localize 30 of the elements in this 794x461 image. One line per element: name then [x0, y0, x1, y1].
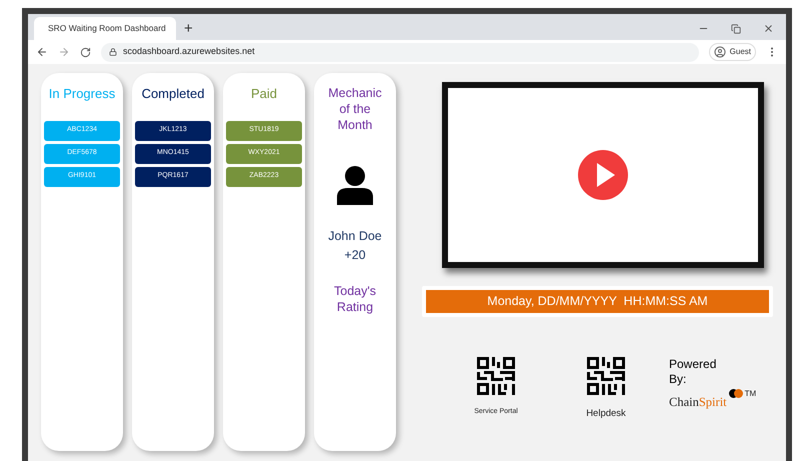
url-text: scodashboard.azurewebsites.net — [123, 45, 255, 58]
new-tab-button[interactable]: + — [176, 21, 201, 40]
brand-dots-icon — [728, 389, 743, 398]
back-icon[interactable] — [36, 46, 48, 58]
tab-title: SRO Waiting Room Dashboard — [48, 22, 166, 35]
close-icon[interactable] — [763, 23, 774, 34]
brand-logo: ChainSpirit — [669, 394, 727, 411]
column-title: Completed — [142, 85, 204, 103]
address-bar[interactable]: scodashboard.azurewebsites.net — [101, 42, 699, 62]
video-player[interactable] — [442, 82, 764, 268]
play-icon[interactable] — [578, 150, 628, 200]
restore-icon[interactable] — [731, 24, 741, 34]
trademark-text: TM — [744, 388, 756, 400]
column-title: In Progress — [48, 85, 116, 103]
powered-by-label: Powered By: — [669, 357, 718, 387]
person-icon — [336, 165, 374, 205]
lock-icon — [109, 48, 117, 56]
datetime-bar: Monday, DD/MM/YYYY HH:MM:SS AM — [426, 290, 769, 313]
mechanic-score: +20 — [344, 246, 366, 264]
qr-code-icon — [587, 357, 625, 395]
column-title: Paid — [250, 85, 278, 103]
qr-code-icon — [477, 357, 515, 395]
mechanic-heading: Mechanic of the Month — [327, 85, 383, 133]
mechanic-name: John Doe — [328, 228, 382, 245]
reload-icon[interactable] — [80, 46, 91, 58]
browser-tab[interactable]: SRO Waiting Room Dashboard — [34, 17, 176, 40]
rating-label: Today's Rating — [333, 282, 377, 314]
profile-button[interactable]: Guest — [708, 43, 756, 61]
qr-label[interactable]: Helpdesk — [586, 407, 626, 422]
user-icon — [714, 46, 726, 58]
